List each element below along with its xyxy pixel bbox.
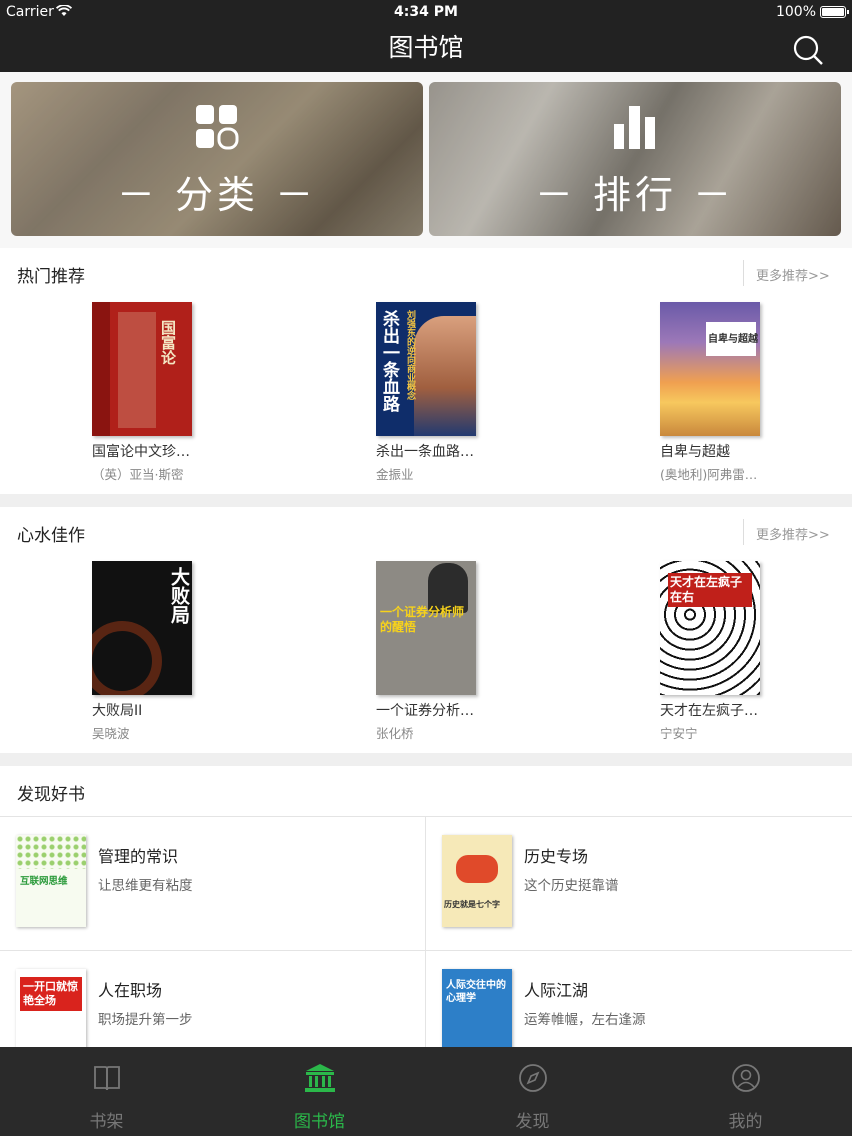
tab-library[interactable]: 图书馆	[213, 1047, 426, 1136]
library-icon	[304, 1064, 335, 1092]
book-open-icon	[93, 1066, 120, 1091]
cover-title: 国富论	[159, 320, 177, 365]
book-author: (奥地利)阿弗雷…	[660, 467, 758, 482]
search-icon[interactable]	[792, 34, 824, 66]
category-banner-label: － 分类 －	[116, 173, 318, 217]
battery-icon	[820, 6, 849, 18]
discover-item[interactable]: 历史就是七个字 历史专场 这个历史挺靠谱	[426, 816, 852, 950]
discover-title: 历史专场	[524, 847, 589, 866]
category-banner[interactable]: － 分类 －	[11, 82, 423, 236]
discover-title: 人际江湖	[524, 981, 589, 1000]
cover-title: 历史就是七个字	[444, 900, 500, 909]
tab-bar: 书架 图书馆 发现 我的	[0, 1047, 852, 1136]
discover-item[interactable]: 互联网思维 管理的常识 让思维更有粘度	[0, 816, 426, 950]
cover-decor	[92, 302, 110, 436]
book-author: 吴晓波	[92, 726, 130, 741]
tab-label: 发现	[515, 1112, 550, 1132]
cover-title: 杀出一条血路	[379, 310, 399, 412]
cover-title: 人际交往中的心理学	[446, 980, 506, 1004]
discover-subtitle: 职场提升第一步	[98, 1012, 193, 1028]
discover-subtitle: 这个历史挺靠谱	[524, 878, 619, 894]
tab-label: 图书馆	[294, 1112, 345, 1132]
section-title: 热门推荐	[17, 267, 85, 287]
cover-title: 大败局	[168, 567, 190, 624]
compass-icon	[518, 1064, 547, 1092]
book-author: 金振业	[376, 467, 414, 482]
book-cover[interactable]: 国富论	[92, 302, 192, 436]
top-bar: Carrier 4:34 PM 100% 图书馆	[0, 0, 852, 72]
tab-label: 我的	[728, 1112, 763, 1132]
discover-subtitle: 运筹帷幄，左右逢源	[524, 1012, 646, 1028]
discover-cover: 互联网思维	[16, 835, 86, 927]
tab-label: 书架	[89, 1112, 124, 1132]
book-title: 国富论中文珍…	[92, 444, 190, 460]
cover-title: 自卑与超越	[708, 334, 758, 345]
clock: 4:34 PM	[394, 4, 458, 20]
hot-section: 热门推荐 更多推荐>> 国富论 国富论中文珍… （英）亚当·斯密 杀出一条血路 …	[0, 248, 852, 494]
cover-decor	[118, 312, 156, 428]
book-title: 大败局II	[92, 703, 143, 719]
section-title: 心水佳作	[17, 526, 85, 546]
book-cover[interactable]: 一个证券分析师的醒悟	[376, 561, 476, 695]
book-title: 一个证券分析…	[376, 703, 474, 719]
more-link[interactable]: 更多推荐>>	[743, 260, 830, 286]
cover-decor	[456, 855, 498, 883]
grid-icon	[196, 105, 239, 150]
discover-title: 管理的常识	[98, 847, 179, 866]
book-cover[interactable]: 杀出一条血路 刘强东的逆向商业概念	[376, 302, 476, 436]
status-bar: Carrier 4:34 PM 100%	[0, 0, 852, 24]
tab-profile[interactable]: 我的	[639, 1047, 852, 1136]
book-cover[interactable]: 大败局	[92, 561, 192, 695]
bar-chart-icon	[614, 106, 655, 149]
discover-title: 人在职场	[98, 981, 163, 1000]
cover-title: 一开口就惊艳全场	[20, 977, 82, 1011]
book-author: （英）亚当·斯密	[92, 467, 184, 482]
book-author: 张化桥	[376, 726, 414, 741]
cover-title: 一个证券分析师的醒悟	[380, 605, 465, 634]
cover-title: 互联网思维	[20, 876, 68, 887]
book-title: 杀出一条血路…	[376, 444, 474, 460]
cover-decor	[92, 621, 162, 695]
book-cover[interactable]: 自卑与超越	[660, 302, 760, 436]
banner-area: － 分类 － － 排行 －	[0, 72, 852, 248]
xinshui-section: 心水佳作 更多推荐>> 大败局 大败局II 吴晓波 一个证券分析师的醒悟 一个证…	[0, 507, 852, 753]
page-title: 图书馆	[388, 33, 464, 62]
book-title: 自卑与超越	[660, 444, 730, 460]
book-cover[interactable]: 天才在左疯子在右	[660, 561, 760, 695]
cover-portrait	[414, 316, 476, 436]
ranking-banner[interactable]: － 排行 －	[429, 82, 841, 236]
user-icon	[731, 1064, 760, 1092]
cover-subtitle: 刘强东的逆向商业概念	[405, 310, 415, 400]
cover-decor	[16, 835, 86, 869]
cover-title: 天才在左疯子在右	[668, 573, 752, 607]
battery-percent: 100%	[775, 4, 816, 20]
tab-discover[interactable]: 发现	[426, 1047, 639, 1136]
discover-section: 发现好书 互联网思维 管理的常识 让思维更有粘度 历史就是七个字 历史专场 这个…	[0, 766, 852, 1084]
ranking-banner-label: － 排行 －	[534, 173, 736, 217]
tab-bookshelf[interactable]: 书架	[0, 1047, 213, 1136]
more-link[interactable]: 更多推荐>>	[743, 519, 830, 545]
section-title: 发现好书	[17, 785, 85, 805]
book-author: 宁安宁	[660, 726, 698, 741]
discover-cover: 历史就是七个字	[442, 835, 512, 927]
discover-subtitle: 让思维更有粘度	[98, 878, 193, 894]
book-title: 天才在左疯子…	[660, 703, 758, 719]
